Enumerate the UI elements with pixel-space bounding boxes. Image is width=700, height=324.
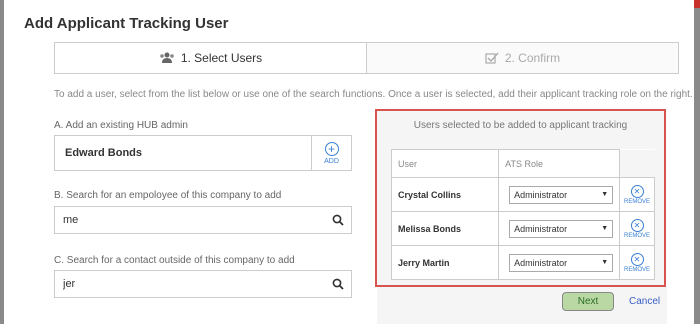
- selected-users-table: User ATS Role Crystal Collins Administra…: [390, 149, 655, 280]
- user-name: Melissa Bonds: [390, 211, 500, 246]
- section-c-label: C. Search for a contact outside of this …: [54, 255, 295, 266]
- add-admin-button[interactable]: + ADD: [311, 136, 351, 170]
- user-name: Crystal Collins: [390, 177, 500, 212]
- col-user: User: [390, 149, 500, 178]
- role-select[interactable]: Administrator ▼: [509, 253, 614, 272]
- table-row: Crystal Collins Administrator ▼ ✕ REMOVE: [390, 177, 655, 212]
- contact-search: [54, 270, 352, 298]
- next-button[interactable]: Next: [562, 292, 614, 311]
- close-icon: ✕: [630, 184, 644, 198]
- tab-select-users[interactable]: 1. Select Users: [55, 43, 367, 73]
- step-label: 1. Select Users: [180, 51, 263, 65]
- users-icon: [160, 52, 174, 63]
- contact-search-input[interactable]: [55, 278, 325, 290]
- chevron-down-icon: ▼: [601, 191, 609, 198]
- search-icon[interactable]: [325, 214, 351, 226]
- remove-button[interactable]: ✕ REMOVE: [624, 218, 651, 239]
- chevron-down-icon: ▼: [601, 259, 609, 266]
- selected-users-panel: Users selected to be added to applicant …: [375, 109, 666, 287]
- step-label: 2. Confirm: [504, 51, 561, 65]
- role-value: Administrator: [514, 257, 568, 268]
- remove-button[interactable]: ✕ REMOVE: [624, 184, 651, 205]
- role-value: Administrator: [514, 223, 568, 234]
- hub-admin-value: Edward Bonds: [65, 147, 143, 159]
- section-a-label: A. Add an existing HUB admin: [54, 120, 188, 131]
- hub-admin-select[interactable]: Edward Bonds + ADD: [54, 135, 352, 171]
- table-row: Melissa Bonds Administrator ▼ ✕ REMOVE: [390, 211, 655, 246]
- remove-label: REMOVE: [624, 232, 651, 239]
- remove-label: REMOVE: [624, 198, 651, 205]
- close-icon: ✕: [630, 252, 644, 266]
- col-remove: [619, 149, 655, 178]
- chevron-down-icon: ▼: [601, 225, 609, 232]
- role-select[interactable]: Administrator ▼: [509, 219, 614, 238]
- close-icon: ✕: [630, 218, 644, 232]
- cancel-link[interactable]: Cancel: [629, 296, 660, 307]
- table-row: Jerry Martin Administrator ▼ ✕ REMOVE: [390, 245, 655, 280]
- role-select[interactable]: Administrator ▼: [509, 185, 614, 204]
- col-role: ATS Role: [498, 149, 621, 178]
- checkbox-icon: [485, 52, 499, 64]
- remove-button[interactable]: ✕ REMOVE: [624, 252, 651, 273]
- wizard-steps: 1. Select Users 2. Confirm: [54, 42, 679, 74]
- user-name: Jerry Martin: [390, 245, 500, 280]
- remove-label: REMOVE: [624, 266, 651, 273]
- instructions-text: To add a user, select from the list belo…: [54, 89, 693, 100]
- selected-panel-footer: [377, 287, 667, 324]
- panel-title: Users selected to be added to applicant …: [413, 120, 628, 131]
- add-label: ADD: [324, 157, 339, 165]
- role-value: Administrator: [514, 189, 568, 200]
- employee-search-input[interactable]: [55, 214, 325, 226]
- plus-icon: +: [324, 141, 339, 156]
- modal-title: Add Applicant Tracking User: [24, 15, 229, 32]
- section-b-label: B. Search for an empoloyee of this compa…: [54, 190, 282, 201]
- search-icon[interactable]: [325, 278, 351, 290]
- table-header: User ATS Role: [390, 149, 655, 178]
- tab-confirm[interactable]: 2. Confirm: [367, 43, 678, 73]
- employee-search: [54, 206, 352, 234]
